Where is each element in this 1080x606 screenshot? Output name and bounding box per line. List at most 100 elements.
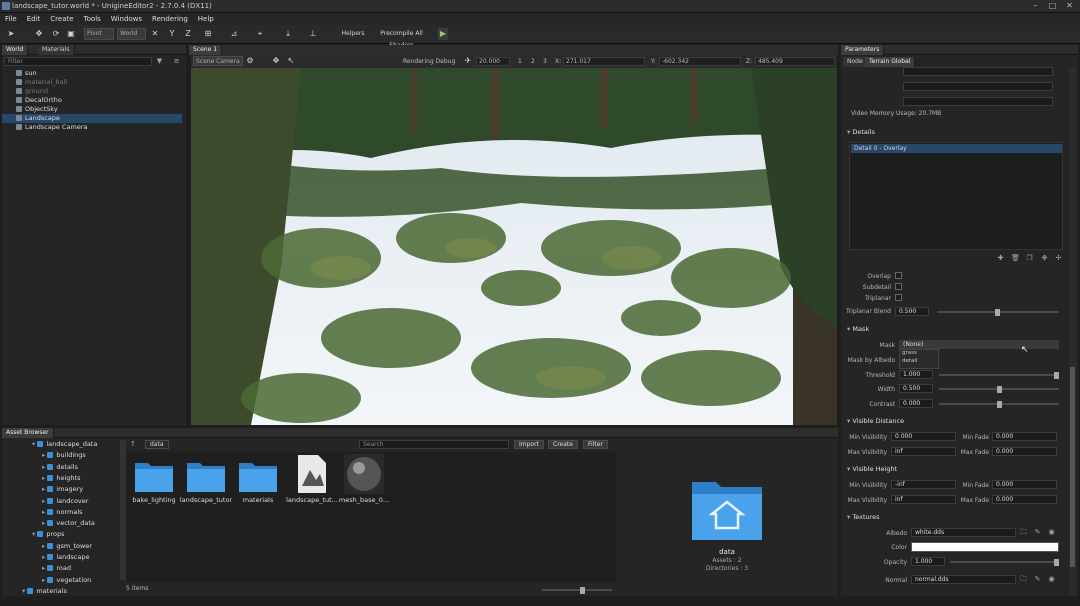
tab-world[interactable]: World — [2, 45, 29, 55]
asset-folder-item[interactable]: ▸ landscape — [42, 553, 89, 562]
visible-height-header[interactable]: Visible Height — [847, 465, 897, 473]
tab-node[interactable]: Node — [843, 57, 868, 67]
precompile-shaders-button[interactable]: Precompile All Shaders — [370, 28, 433, 49]
contrast-field[interactable]: 0.000 — [899, 399, 933, 408]
menu-windows[interactable]: Windows — [106, 13, 147, 25]
asset-folder-item[interactable]: ▸ vector_data — [42, 519, 95, 528]
speed-step-3[interactable]: 3 — [543, 58, 547, 65]
menu-file[interactable]: File — [0, 13, 22, 25]
world-node[interactable]: ObjectSky — [2, 105, 182, 114]
maximize-icon[interactable]: □ — [1047, 1, 1058, 11]
world-node[interactable]: ground — [2, 87, 182, 96]
asset-folder-item[interactable]: ▾ landscape_data — [32, 440, 97, 449]
y-coordinate-field[interactable]: -602.342 — [659, 57, 741, 66]
filter-icon[interactable]: ▼ — [155, 57, 164, 66]
overlap-checkbox[interactable] — [895, 272, 902, 279]
world-node[interactable]: Landscape Camera — [2, 123, 182, 132]
triplanar-checkbox[interactable] — [895, 294, 902, 301]
add-detail-icon[interactable]: ✚ — [996, 254, 1005, 263]
thumbnail-size-slider[interactable] — [542, 587, 612, 594]
speed-step-1[interactable]: 1 — [518, 58, 522, 65]
normal-texture-field[interactable]: normal.dds — [911, 575, 1016, 584]
subdetail-checkbox[interactable] — [895, 283, 902, 290]
folder-icon[interactable] — [186, 457, 226, 493]
opacity-slider[interactable] — [950, 559, 1059, 566]
world-node[interactable]: material_ball — [2, 78, 182, 87]
folder-icon[interactable] — [238, 457, 278, 493]
mask-section-header[interactable]: Mask — [847, 325, 869, 333]
minimize-icon[interactable]: – — [1030, 1, 1041, 11]
textures-header[interactable]: Textures — [847, 513, 879, 521]
world-node[interactable]: sun — [2, 69, 182, 78]
axis-y-icon[interactable]: Y — [167, 28, 177, 40]
up-folder-icon[interactable]: ↑ — [130, 440, 138, 448]
visible-distance-header[interactable]: Visible Distance — [847, 417, 904, 425]
select-arrow-icon[interactable]: ➤ — [6, 28, 16, 40]
move-tool-icon[interactable]: ✥ — [271, 55, 281, 67]
helpers-dropdown[interactable]: Helpers — [336, 28, 370, 40]
clone-detail-icon[interactable]: ❐ — [1025, 254, 1034, 263]
width-slider[interactable] — [939, 386, 1059, 393]
snap-angle-icon[interactable]: ⊿ — [228, 28, 240, 40]
folder-icon[interactable] — [134, 457, 174, 493]
mask-dropdown[interactable]: (None) — [899, 340, 1059, 349]
menu-help[interactable]: Help — [193, 13, 219, 25]
folder-browse-icon[interactable]: 🗀 — [1019, 575, 1028, 584]
edit-texture-icon[interactable]: ✎ — [1033, 575, 1042, 584]
mask-option-detail[interactable]: detail — [900, 358, 938, 366]
height-max-fade-field[interactable]: 0.000 — [992, 495, 1057, 504]
asset-folder-item[interactable]: ▸ details — [42, 463, 78, 472]
snap-grid-icon[interactable]: ⊞ — [202, 28, 214, 40]
tab-materials[interactable]: Materials — [38, 45, 75, 55]
color-swatch[interactable] — [911, 542, 1059, 552]
world-node[interactable]: Landscape — [2, 114, 182, 123]
filter-dropdown[interactable]: Filter — [583, 440, 608, 449]
threshold-field[interactable]: 1.000 — [899, 370, 933, 379]
pointer-tool-icon[interactable]: ↖ — [286, 55, 296, 67]
path-breadcrumb[interactable]: data — [145, 440, 169, 449]
rotate-gizmo-icon[interactable]: ⟳ — [50, 28, 62, 40]
tab-asset-browser[interactable]: Asset Browser — [2, 428, 54, 438]
asset-folder-item[interactable]: ▾ props — [32, 530, 65, 539]
move-down-icon[interactable]: ✢ — [1054, 254, 1063, 263]
eye-icon[interactable]: ◉ — [1047, 528, 1056, 537]
rendering-debug-dropdown[interactable]: Rendering Debug — [403, 58, 455, 65]
asset-folder-item[interactable]: ▸ normals — [42, 508, 83, 517]
min-fade-field[interactable]: 0.000 — [992, 432, 1057, 441]
drop-ground-icon[interactable]: ⤓ — [282, 28, 294, 40]
asset-folder-item[interactable]: ▸ vegetation — [42, 576, 91, 585]
params-scrollbar[interactable] — [1069, 67, 1076, 596]
albedo-texture-field[interactable]: white.dds — [911, 528, 1016, 537]
menu-tools[interactable]: Tools — [79, 13, 106, 25]
camera-settings-icon[interactable]: ⚙ — [245, 55, 255, 67]
tab-scene[interactable]: Scene 1 — [189, 45, 223, 55]
axis-z-icon[interactable]: Z — [183, 28, 193, 40]
x-coordinate-field[interactable]: 271.017 — [563, 57, 645, 66]
camera-speed-icon[interactable]: ✈ — [463, 55, 473, 67]
mask-option-grass[interactable]: grass — [900, 350, 938, 358]
pivot-dropdown[interactable]: Pivot — [84, 28, 114, 40]
scale-gizmo-icon[interactable]: ▣ — [65, 28, 77, 40]
width-field[interactable]: 0.500 — [899, 384, 933, 393]
asset-folder-item[interactable]: ▸ road — [42, 564, 71, 573]
world-node[interactable]: DecalOrtho — [2, 96, 182, 105]
hierarchy-icon[interactable]: ≡ — [172, 57, 181, 66]
asset-search-input[interactable]: Search — [359, 440, 509, 449]
threshold-slider[interactable] — [939, 372, 1059, 379]
close-icon[interactable]: ✕ — [1064, 1, 1075, 11]
asset-folder-item[interactable]: ▸ landcover — [42, 497, 88, 506]
tab-terrain-global[interactable]: Terrain Global — [865, 57, 916, 67]
world-file-icon[interactable] — [296, 454, 336, 493]
camera-speed-field[interactable]: 20.000 — [476, 57, 510, 66]
asset-folder-item[interactable]: ▸ buildings — [42, 451, 86, 460]
height-min-fade-field[interactable]: 0.000 — [992, 480, 1057, 489]
details-section-header[interactable]: Details — [847, 128, 875, 136]
menu-rendering[interactable]: Rendering — [147, 13, 193, 25]
edit-texture-icon[interactable]: ✎ — [1033, 528, 1042, 537]
asset-folder-item[interactable]: ▸ imagery — [42, 485, 83, 494]
contrast-slider[interactable] — [939, 401, 1059, 408]
max-fade-field[interactable]: 0.000 — [992, 447, 1057, 456]
menu-create[interactable]: Create — [45, 13, 78, 25]
opacity-field[interactable]: 1.000 — [911, 557, 945, 566]
triplanar-blend-field[interactable]: 0.500 — [895, 307, 929, 316]
